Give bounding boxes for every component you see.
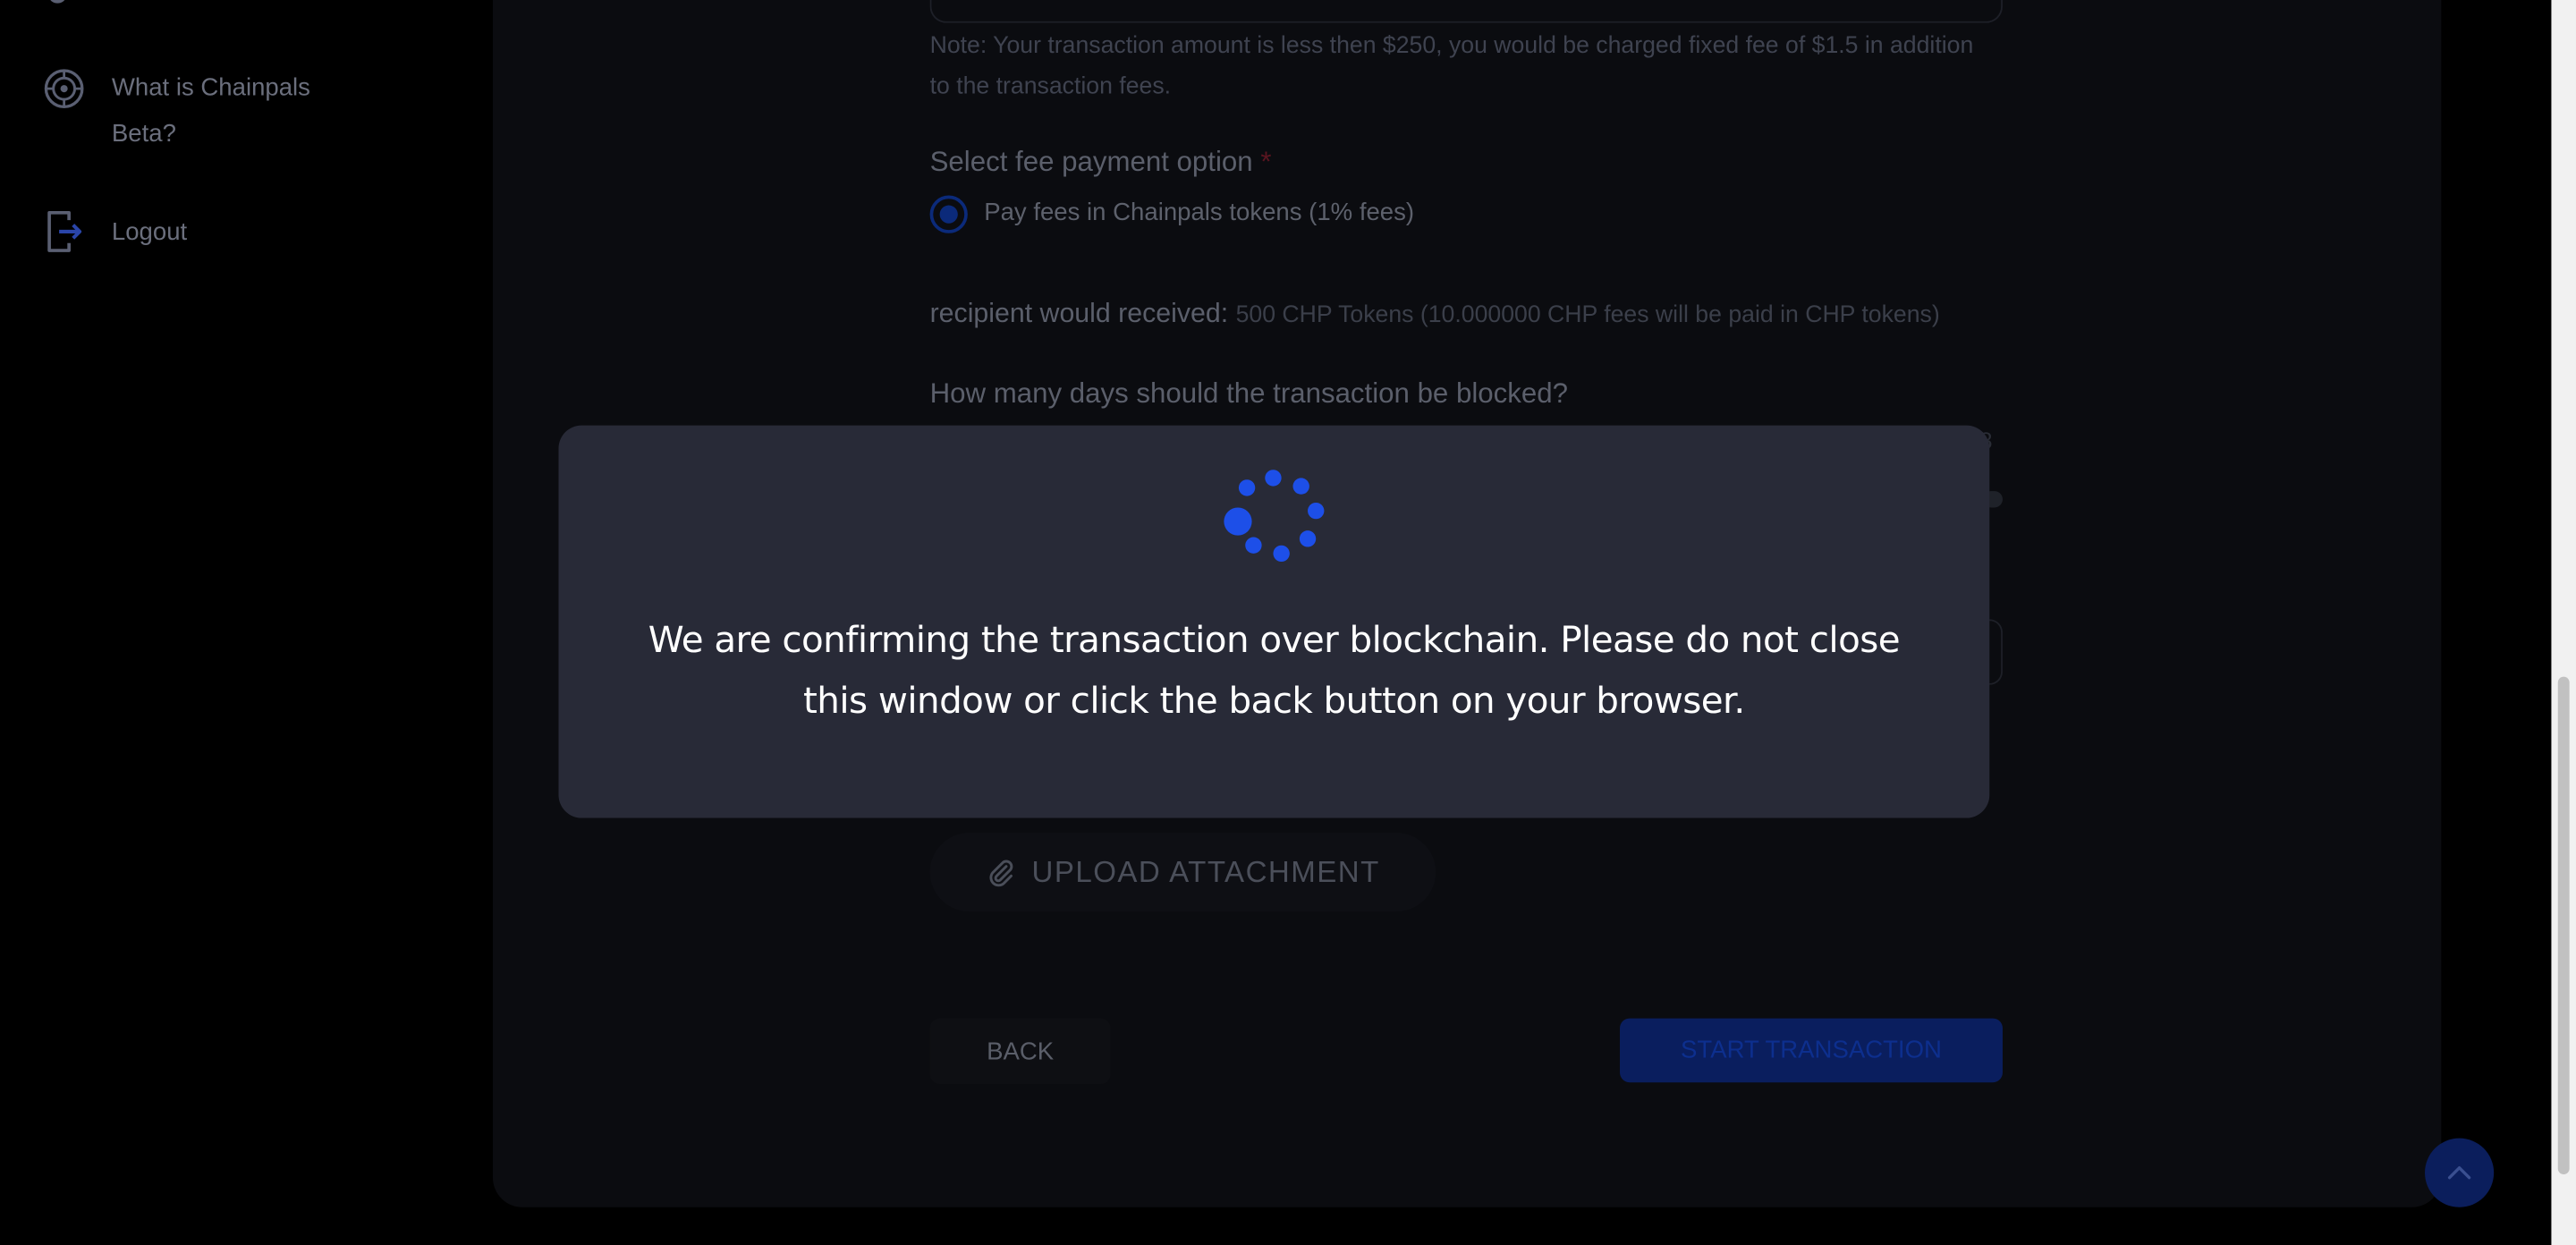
- scrollbar-thumb[interactable]: [2557, 676, 2570, 1175]
- sidebar-partial-icon: [49, 0, 66, 4]
- upload-attachment-label: UPLOAD ATTACHMENT: [1031, 854, 1380, 888]
- recipient-label: recipient would received:: [929, 299, 1229, 329]
- sidebar: What is Chainpals Beta? Logout: [0, 0, 493, 1245]
- confirmation-modal: We are confirming the transaction over b…: [558, 425, 1990, 818]
- back-button[interactable]: BACK: [929, 1018, 1111, 1085]
- spinner-dot: [1292, 478, 1309, 495]
- fee-option-heading: Select fee payment option *: [930, 146, 1272, 179]
- block-days-heading: How many days should the transaction be …: [929, 377, 1568, 410]
- sidebar-item-label: Logout: [111, 218, 188, 247]
- app-screen: What is Chainpals Beta? Logout Note: You…: [0, 0, 2576, 1245]
- start-transaction-button[interactable]: START TRANSACTION: [1620, 1018, 2003, 1083]
- upload-attachment-button[interactable]: UPLOAD ATTACHMENT: [929, 833, 1436, 912]
- spinner-dot: [1273, 545, 1290, 563]
- spinner-dot: [1265, 470, 1282, 487]
- sidebar-item-logout[interactable]: Logout: [43, 210, 187, 256]
- chevron-up-icon: [2446, 1165, 2472, 1181]
- loading-spinner-icon: [1224, 468, 1329, 563]
- spinner-dot: [1238, 479, 1256, 496]
- fee-note: Note: Your transaction amount is less th…: [929, 32, 1974, 101]
- paperclip-icon: [986, 858, 1015, 887]
- spinner-dot: [1245, 537, 1262, 554]
- fee-option-label: Select fee payment option: [929, 146, 1253, 178]
- required-mark: *: [1260, 146, 1272, 178]
- fee-option-radio-label[interactable]: Pay fees in Chainpals tokens (1% fees): [984, 199, 1414, 226]
- scroll-to-top-button[interactable]: [2425, 1138, 2495, 1207]
- spinner-dot: [1224, 507, 1252, 536]
- recipient-value: 500 CHP Tokens (10.000000 CHP fees will …: [1235, 301, 1940, 329]
- sidebar-item-label: What is Chainpals Beta?: [111, 73, 310, 148]
- chainpals-badge-icon: [43, 67, 86, 110]
- modal-message: We are confirming the transaction over b…: [648, 621, 1901, 724]
- recipient-info: recipient would received: 500 CHP Tokens…: [930, 299, 1940, 330]
- amount-field[interactable]: [929, 0, 2003, 23]
- logout-icon: [43, 210, 86, 253]
- radio-selected-dot: [939, 205, 958, 224]
- spinner-dot: [1299, 530, 1317, 547]
- page-scrollbar[interactable]: [2551, 0, 2576, 1245]
- fee-option-radio[interactable]: [929, 195, 968, 233]
- sidebar-item-what-is-chainpals-beta[interactable]: What is Chainpals Beta?: [43, 65, 375, 157]
- spinner-dot: [1308, 502, 1325, 520]
